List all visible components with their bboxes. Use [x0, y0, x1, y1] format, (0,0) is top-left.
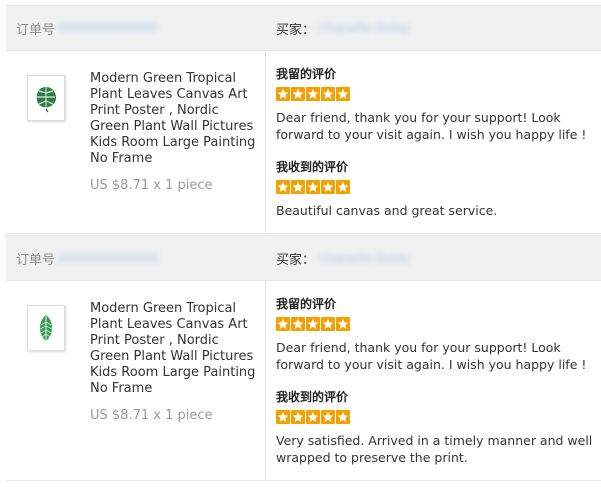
- star-icon: [276, 410, 290, 424]
- my-review-title: 我留的评价: [276, 67, 337, 81]
- buyer-name[interactable]: Chanelle Duley: [319, 251, 410, 265]
- order-number-label: 订单号: [16, 23, 56, 38]
- received-review-stars: [276, 180, 596, 196]
- order-header: 订单号 0000000000000 买家： Chanelle Duley: [6, 5, 601, 51]
- star-icon: [306, 87, 320, 101]
- review-list: 订单号 0000000000000 买家： Chanelle Duley Mod…: [0, 0, 601, 487]
- star-icon: [306, 410, 320, 424]
- received-review-title: 我收到的评价: [276, 160, 349, 174]
- order-card: 订单号 0000000000000 买家： Chanelle Duley Mod…: [6, 235, 601, 481]
- order-card: 订单号 0000000000000 买家： Chanelle Duley Mod…: [6, 5, 601, 234]
- my-review-text: Dear friend, thank you for your support!…: [276, 110, 587, 142]
- buyer-label: 买家：: [276, 253, 316, 268]
- my-review: 我留的评价 Dear friend, thank you for your su…: [276, 297, 596, 373]
- order-number-label: 订单号: [16, 253, 56, 268]
- product-price: US $8.71 x 1 piece: [90, 408, 213, 423]
- received-review: 我收到的评价 Beautiful canvas and great servic…: [276, 160, 596, 219]
- received-review-title: 我收到的评价: [276, 390, 349, 404]
- star-icon: [291, 410, 305, 424]
- star-icon: [276, 317, 290, 331]
- star-icon: [306, 317, 320, 331]
- buyer-label: 买家：: [276, 23, 316, 38]
- order-number-value[interactable]: 0000000000000: [59, 21, 158, 35]
- column-divider: [265, 281, 266, 480]
- order-number-value[interactable]: 0000000000000: [59, 251, 158, 265]
- buyer-name[interactable]: Chanelle Duley: [319, 21, 410, 35]
- star-icon: [321, 87, 335, 101]
- monstera-leaf-print-icon: [36, 87, 56, 113]
- product-price: US $8.71 x 1 piece: [90, 178, 213, 193]
- star-icon: [321, 410, 335, 424]
- star-icon: [336, 87, 350, 101]
- product-thumbnail[interactable]: [27, 75, 65, 121]
- my-review-stars: [276, 87, 596, 103]
- star-icon: [291, 317, 305, 331]
- product-title[interactable]: Modern Green Tropical Plant Leaves Canva…: [90, 71, 262, 167]
- received-review-text: Beautiful canvas and great service.: [276, 203, 498, 218]
- received-review: 我收到的评价 Very satisfied. Arrived in a time…: [276, 390, 596, 466]
- product-thumbnail[interactable]: [27, 305, 65, 351]
- column-divider: [265, 51, 266, 233]
- star-icon: [291, 180, 305, 194]
- star-icon: [321, 317, 335, 331]
- my-review-text: Dear friend, thank you for your support!…: [276, 340, 587, 372]
- received-review-text: Very satisfied. Arrived in a timely mann…: [276, 433, 593, 465]
- star-icon: [291, 87, 305, 101]
- banana-leaf-print-icon: [39, 315, 53, 343]
- order-header: 订单号 0000000000000 买家： Chanelle Duley: [6, 235, 601, 281]
- star-icon: [336, 317, 350, 331]
- star-icon: [276, 180, 290, 194]
- received-review-stars: [276, 410, 596, 426]
- star-icon: [306, 180, 320, 194]
- order-body: Modern Green Tropical Plant Leaves Canva…: [6, 51, 601, 234]
- my-review-title: 我留的评价: [276, 297, 337, 311]
- star-icon: [276, 87, 290, 101]
- star-icon: [336, 410, 350, 424]
- my-review: 我留的评价 Dear friend, thank you for your su…: [276, 67, 596, 143]
- star-icon: [321, 180, 335, 194]
- star-icon: [336, 180, 350, 194]
- order-body: Modern Green Tropical Plant Leaves Canva…: [6, 281, 601, 481]
- my-review-stars: [276, 317, 596, 333]
- product-title[interactable]: Modern Green Tropical Plant Leaves Canva…: [90, 301, 262, 397]
